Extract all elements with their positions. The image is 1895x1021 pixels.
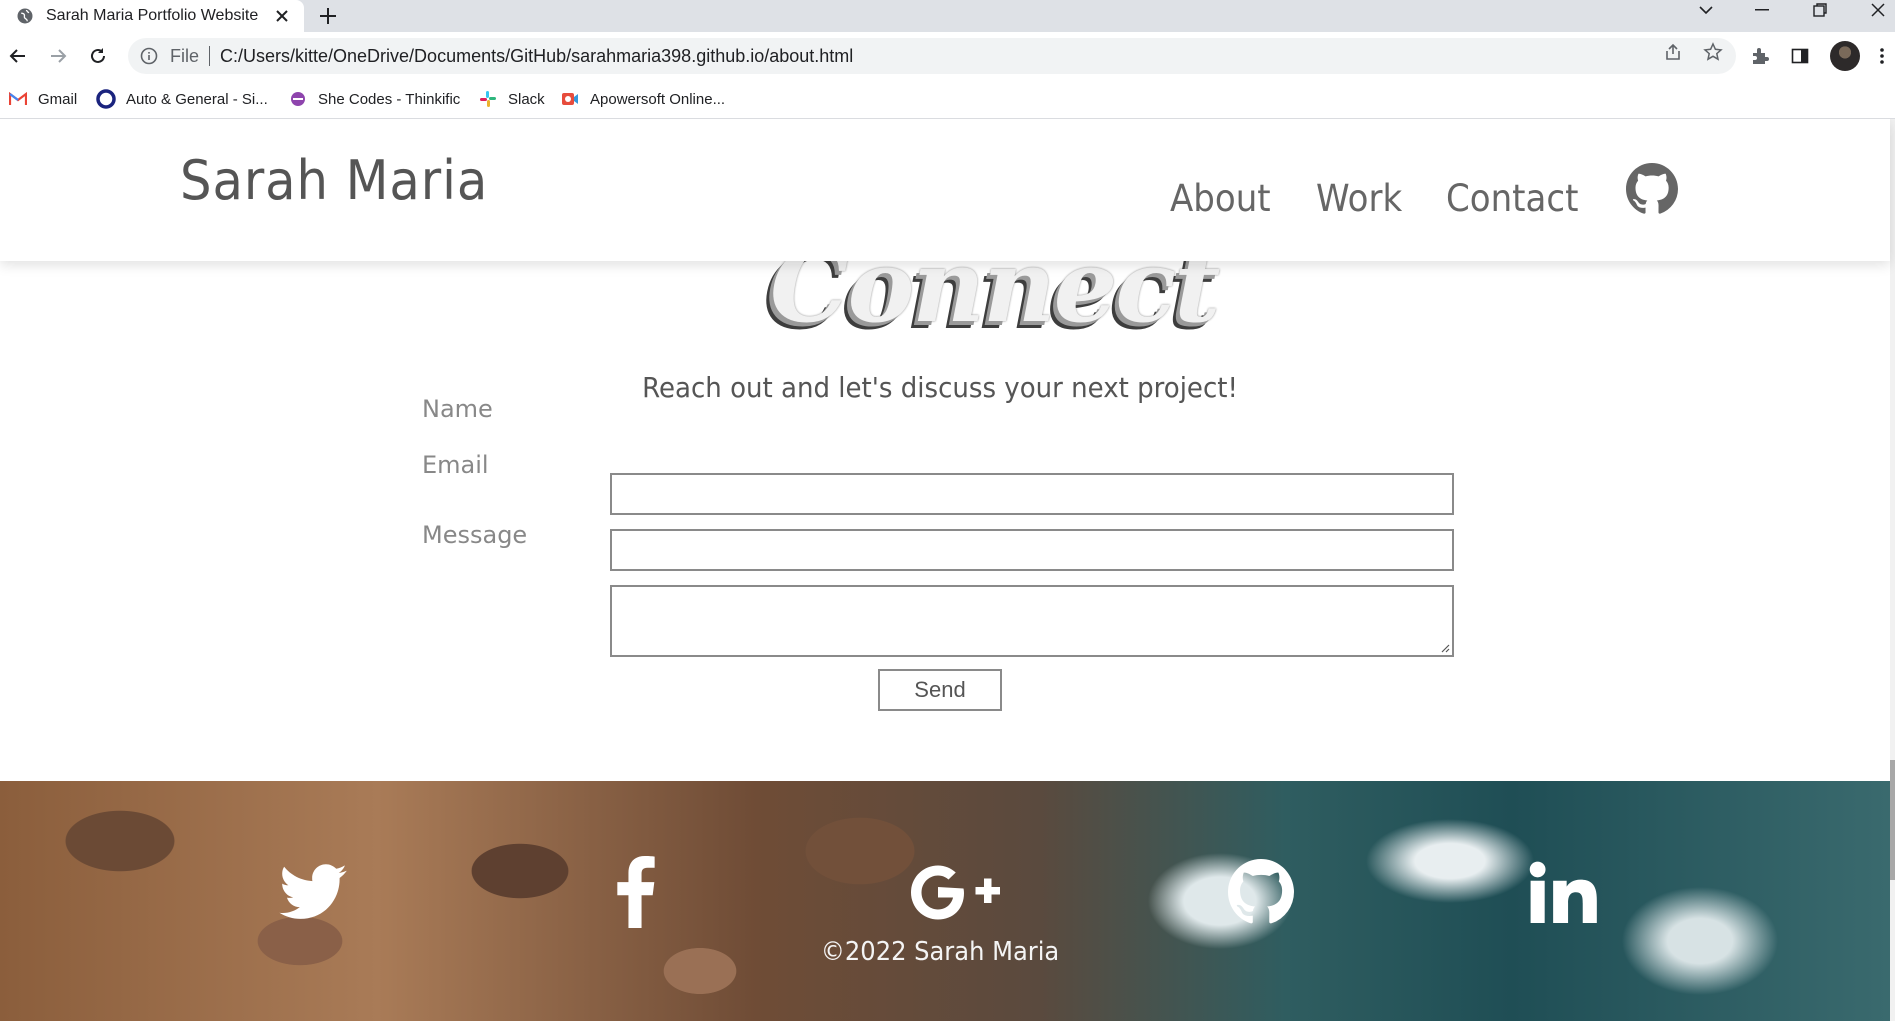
site-brand[interactable]: Sarah Maria (180, 149, 488, 212)
site-header: Sarah Maria About Work Contact (0, 119, 1890, 261)
slack-icon (478, 89, 498, 109)
share-icon[interactable] (1662, 41, 1684, 63)
bookmark-auto-general[interactable]: Auto & General - Si... (96, 87, 268, 111)
tab-search-icon[interactable] (1692, 0, 1720, 20)
facebook-icon[interactable] (590, 847, 680, 937)
back-arrow-icon[interactable] (4, 42, 32, 70)
forward-arrow-icon[interactable] (44, 42, 72, 70)
page-viewport: Sarah Maria About Work Contact Connect R… (0, 119, 1895, 1021)
info-icon[interactable] (140, 47, 158, 65)
bookmark-she-codes[interactable]: She Codes - Thinkific (288, 87, 460, 111)
shecodes-icon (288, 89, 308, 109)
extensions-icon[interactable] (1748, 44, 1772, 68)
message-textarea[interactable] (610, 585, 1454, 657)
tab-strip: Sarah Maria Portfolio Website (0, 0, 1895, 32)
site-footer: ©2022 Sarah Maria (0, 781, 1890, 1021)
message-label: Message (422, 521, 528, 549)
send-button[interactable]: Send (878, 669, 1002, 711)
browser-toolbar: File C:/Users/kitte/OneDrive/Documents/G… (0, 32, 1895, 80)
url-separator (209, 46, 211, 66)
linkedin-icon[interactable] (1518, 847, 1608, 937)
circle-icon (96, 89, 116, 109)
profile-avatar[interactable] (1830, 41, 1860, 71)
tab-title: Sarah Maria Portfolio Website (46, 7, 259, 24)
google-plus-icon[interactable] (910, 847, 1000, 937)
new-tab-button[interactable] (316, 4, 340, 28)
url-scheme: File (170, 45, 200, 66)
close-icon[interactable] (272, 6, 292, 26)
bookmark-star-icon[interactable] (1702, 41, 1724, 63)
page-scrollbar[interactable] (1890, 119, 1895, 1021)
bookmark-slack[interactable]: Slack (478, 87, 545, 111)
twitter-icon[interactable] (268, 847, 358, 937)
bookmark-gmail[interactable]: Gmail (8, 87, 77, 111)
email-label: Email (422, 451, 489, 479)
bookmark-label: She Codes - Thinkific (318, 90, 461, 108)
browser-tab[interactable]: Sarah Maria Portfolio Website (0, 0, 304, 32)
copyright-text: ©2022 Sarah Maria (820, 937, 1060, 967)
name-label: Name (422, 395, 493, 423)
menu-dots-icon[interactable] (1870, 44, 1894, 68)
bookmark-label: Auto & General - Si... (126, 90, 268, 108)
contact-subtitle: Reach out and let's discuss your next pr… (642, 371, 1238, 404)
github-icon[interactable] (1216, 847, 1306, 937)
bookmark-label: Apowersoft Online... (590, 90, 726, 108)
reload-icon[interactable] (84, 42, 112, 70)
globe-icon (17, 8, 33, 24)
bookmark-apowersoft[interactable]: Apowersoft Online... (560, 87, 725, 111)
gmail-icon (8, 89, 28, 109)
scrollbar-thumb[interactable] (1890, 760, 1895, 880)
nav-work-link[interactable]: Work (1316, 177, 1402, 220)
bookmark-label: Slack (508, 90, 545, 108)
url-text[interactable]: C:/Users/kitte/OneDrive/Documents/GitHub… (220, 46, 853, 67)
nav-about-link[interactable]: About (1170, 177, 1271, 220)
email-input[interactable] (610, 529, 1454, 571)
name-input[interactable] (610, 473, 1454, 515)
restore-icon[interactable] (1806, 0, 1834, 20)
github-icon[interactable] (1626, 163, 1678, 215)
nav-contact-link[interactable]: Contact (1446, 177, 1578, 220)
address-bar[interactable]: File C:/Users/kitte/OneDrive/Documents/G… (128, 38, 1736, 74)
bookmarks-bar: Gmail Auto & General - Si... She Codes -… (0, 80, 1895, 119)
apowersoft-icon (560, 89, 580, 109)
resize-handle-icon[interactable] (1440, 643, 1450, 653)
bookmark-label: Gmail (38, 90, 78, 108)
side-panel-icon[interactable] (1788, 44, 1812, 68)
window-close-icon[interactable] (1864, 0, 1892, 20)
minimize-icon[interactable] (1748, 0, 1776, 20)
